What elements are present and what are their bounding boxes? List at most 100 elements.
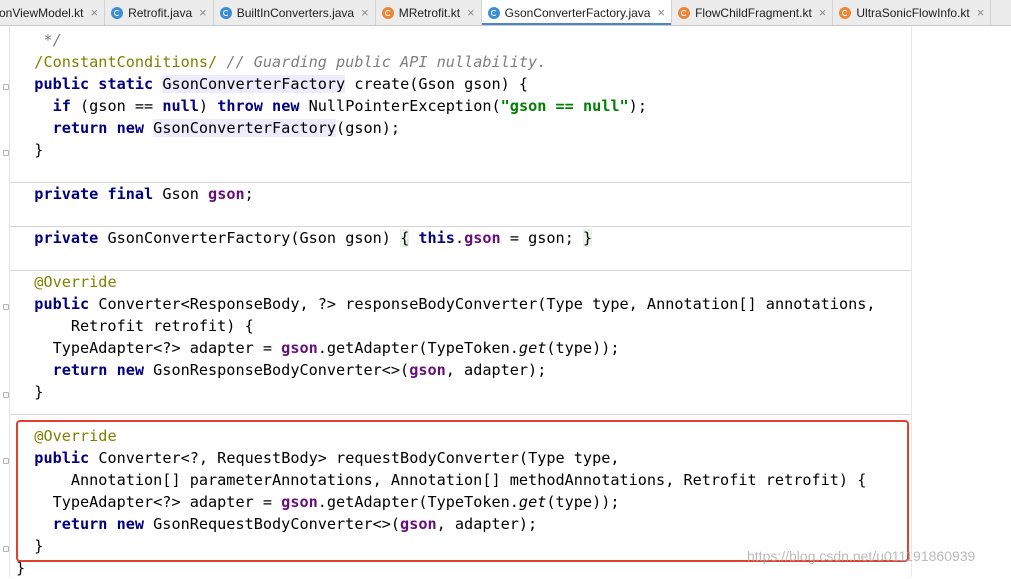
tab-label: Retrofit.java: [128, 5, 193, 20]
code-token: GsonConverterFactory: [153, 119, 337, 137]
code-line: }: [0, 139, 1011, 161]
tab-onviewmodel-kt[interactable]: onViewModel.kt ×: [0, 0, 106, 25]
code-line: if (gson == null) throw new NullPointerE…: [0, 95, 1011, 117]
close-icon[interactable]: ×: [467, 6, 475, 19]
code-token: @Override: [34, 273, 117, 291]
code-token: = gson;: [500, 229, 583, 247]
code-token: /ConstantConditions/: [34, 53, 218, 71]
code-token: // Guarding public API nullability.: [217, 53, 547, 71]
code-token: private: [34, 229, 99, 247]
close-icon[interactable]: ×: [977, 6, 985, 19]
tab-gsonconverterfactory-java[interactable]: GsonConverterFactory.java ×: [481, 0, 673, 25]
code-line: */: [0, 29, 1011, 51]
fold-marker-icon[interactable]: [3, 546, 9, 552]
code-token: null: [162, 97, 199, 115]
code-token: (gson ==: [70, 97, 163, 115]
code-token: {: [400, 229, 410, 247]
method-separator: [10, 414, 911, 415]
editor-tab-bar: onViewModel.kt × Retrofit.java × BuiltInConv…: [0, 0, 1011, 26]
code-token: private final: [34, 185, 154, 203]
kotlin-file-icon: [678, 6, 691, 19]
kotlin-file-icon: [381, 6, 394, 19]
tab-label: UltraSonicFlowInfo.kt: [856, 5, 970, 20]
java-class-icon: [111, 6, 124, 19]
code-line: }: [0, 381, 1011, 403]
code-token: GsonResponseBodyConverter<>(: [144, 361, 410, 379]
code-token: NullPointerException(: [299, 97, 501, 115]
code-line: public Converter<ResponseBody, ?> respon…: [0, 293, 1011, 315]
code-token: if: [52, 97, 71, 115]
method-separator: [10, 226, 911, 227]
code-token: get: [518, 339, 547, 357]
code-line: Retrofit retrofit) {: [0, 315, 1011, 337]
code-line: @Override: [0, 271, 1011, 293]
java-class-icon: [219, 6, 232, 19]
code-token: }: [16, 383, 44, 401]
code-token: "gson == null": [500, 97, 629, 115]
code-token: );: [628, 97, 647, 115]
code-token: return new: [52, 119, 145, 137]
code-token: .: [454, 229, 465, 247]
code-token: GsonConverterFactory: [162, 75, 346, 93]
tab-label: GsonConverterFactory.java: [504, 5, 651, 20]
code-token: */: [16, 31, 62, 49]
code-line: private GsonConverterFactory(Gson gson) …: [0, 227, 1011, 249]
code-token: public: [34, 295, 90, 313]
close-icon[interactable]: ×: [91, 6, 99, 19]
tab-ultrasonicflowinfo-kt[interactable]: UltraSonicFlowInfo.kt ×: [833, 0, 992, 25]
close-icon[interactable]: ×: [657, 6, 665, 19]
code-token: gson: [409, 361, 446, 379]
tab-flowchildfragment-kt[interactable]: FlowChildFragment.kt ×: [672, 0, 834, 25]
code-line: TypeAdapter<?> adapter = gson.getAdapter…: [0, 337, 1011, 359]
tab-label: onViewModel.kt: [0, 5, 84, 20]
code-line: return new GsonResponseBodyConverter<>(g…: [0, 359, 1011, 381]
close-icon[interactable]: ×: [819, 6, 827, 19]
code-token: this: [418, 229, 455, 247]
tab-label: MRetrofit.kt: [398, 5, 461, 20]
close-icon[interactable]: ×: [361, 6, 369, 19]
code-token: public static: [34, 75, 154, 93]
close-icon[interactable]: ×: [199, 6, 207, 19]
tab-label: BuiltInConverters.java: [236, 5, 355, 20]
code-token: Converter<ResponseBody, ?> responseBodyC…: [89, 295, 876, 313]
tab-builtinconverters-java[interactable]: BuiltInConverters.java ×: [214, 0, 376, 25]
code-token: return new: [52, 361, 145, 379]
code-line: public static GsonConverterFactory creat…: [0, 73, 1011, 95]
fold-marker-icon[interactable]: [3, 84, 9, 90]
code-line: return new GsonConverterFactory(gson);: [0, 117, 1011, 139]
code-token: create(Gson gson) {: [345, 75, 529, 93]
tab-retrofit-java[interactable]: Retrofit.java ×: [105, 0, 214, 25]
fold-marker-icon[interactable]: [3, 392, 9, 398]
fold-marker-icon[interactable]: [3, 304, 9, 310]
highlight-annotation-box: [16, 420, 909, 562]
code-line: /ConstantConditions/ // Guarding public …: [0, 51, 1011, 73]
code-token: }: [16, 141, 44, 159]
kotlin-file-icon: [839, 6, 852, 19]
tab-label: FlowChildFragment.kt: [695, 5, 812, 20]
code-token: ): [198, 97, 218, 115]
code-token: throw new: [217, 97, 300, 115]
code-token: (type));: [546, 339, 620, 357]
code-token: Gson: [153, 185, 209, 203]
fold-marker-icon[interactable]: [3, 458, 9, 464]
code-token: ;: [244, 185, 254, 203]
method-separator: [10, 270, 911, 271]
fold-marker-icon[interactable]: [3, 150, 9, 156]
tab-mretrofit-kt[interactable]: MRetrofit.kt ×: [376, 0, 482, 25]
code-token: .getAdapter(TypeToken.: [317, 339, 519, 357]
code-token: gson: [208, 185, 245, 203]
code-token: GsonConverterFactory(Gson gson): [98, 229, 401, 247]
